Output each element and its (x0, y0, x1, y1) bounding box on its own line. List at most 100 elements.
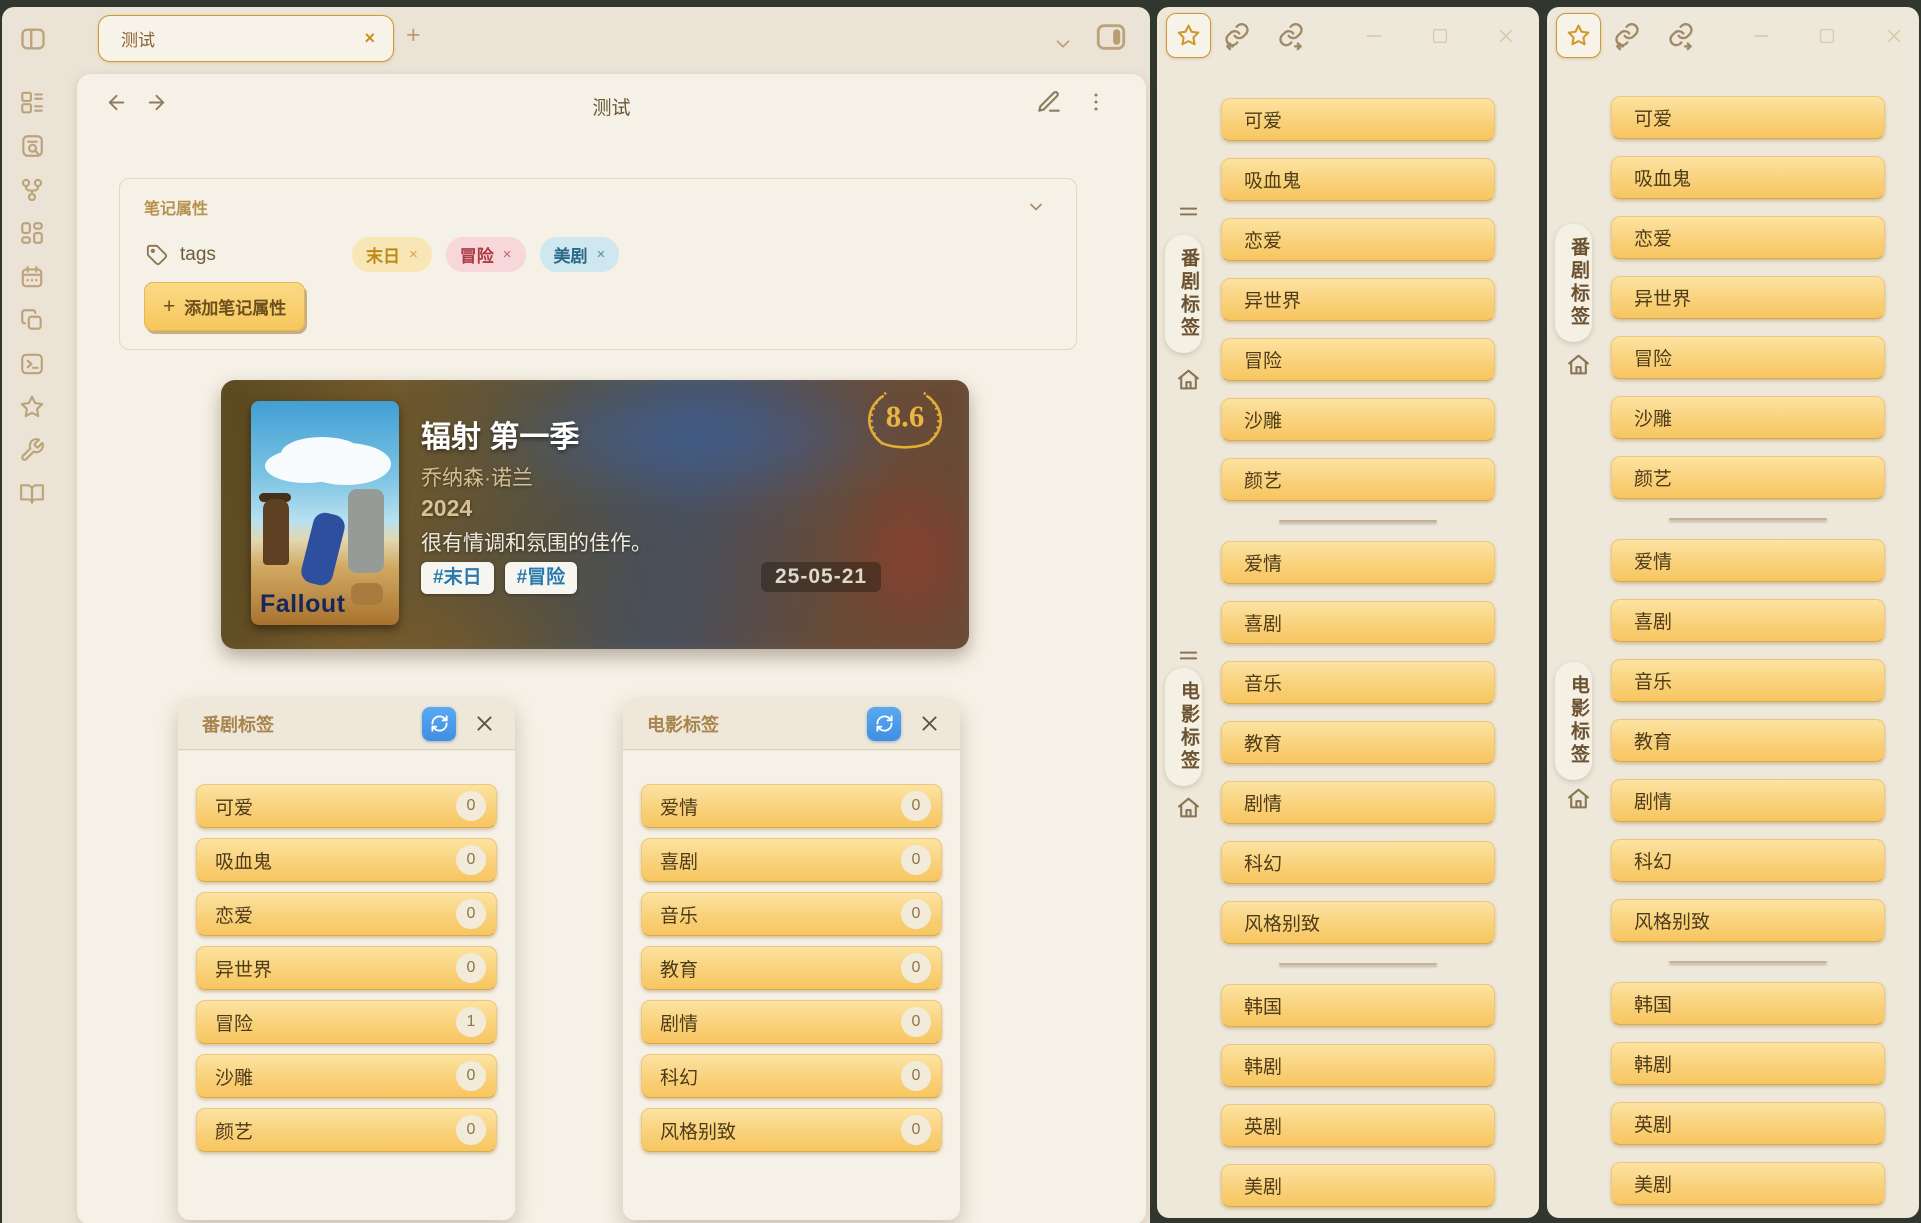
tag-count-row[interactable]: 吸血鬼 0 (196, 838, 497, 882)
tag-count-row[interactable]: 剧情 0 (641, 1000, 942, 1044)
add-property-button[interactable]: + 添加笔记属性 (144, 282, 305, 331)
panel-right-toggle-icon[interactable] (1094, 20, 1128, 54)
tag-count-row[interactable]: 可爱 0 (196, 784, 497, 828)
tag-count-row[interactable]: 异世界 0 (196, 946, 497, 990)
vertical-tab-anime[interactable]: 番剧标签 (1165, 235, 1202, 353)
vertical-tab-movie[interactable]: 电影标签 (1555, 662, 1592, 780)
tag-pill[interactable]: 末日× (352, 237, 432, 272)
refresh-button[interactable] (867, 707, 901, 741)
tag-button[interactable]: 教育 (1221, 721, 1495, 764)
tag-count-row[interactable]: 颜艺 0 (196, 1108, 497, 1152)
tab-close-button[interactable]: × (364, 28, 375, 49)
vertical-tab-movie[interactable]: 电影标签 (1165, 668, 1202, 786)
tag-count-row[interactable]: 爱情 0 (641, 784, 942, 828)
tag-button[interactable]: 美剧 (1611, 1162, 1885, 1205)
link-outgoing-icon[interactable] (1667, 23, 1695, 51)
book-open-icon[interactable] (19, 481, 45, 507)
movie-tag[interactable]: #末日 (421, 562, 494, 594)
tag-button[interactable]: 韩剧 (1221, 1044, 1495, 1087)
tag-button[interactable]: 风格别致 (1611, 899, 1885, 942)
tag-count-row[interactable]: 风格别致 0 (641, 1108, 942, 1152)
layout-dashboard-icon[interactable] (19, 220, 45, 246)
chevron-down-icon[interactable] (1052, 33, 1074, 55)
close-window-icon[interactable] (1495, 25, 1517, 47)
tag-button[interactable]: 教育 (1611, 719, 1885, 762)
tag-button[interactable]: 科幻 (1611, 839, 1885, 882)
home-icon[interactable] (1566, 352, 1591, 377)
movie-card[interactable]: Fallout 辐射 第一季 乔纳森·诺兰 2024 很有情调和氛围的佳作。 #… (221, 380, 969, 649)
tag-button[interactable]: 韩国 (1221, 984, 1495, 1027)
tag-button[interactable]: 吸血鬼 (1221, 158, 1495, 201)
tag-button[interactable]: 风格别致 (1221, 901, 1495, 944)
pin-star-button[interactable] (1556, 13, 1601, 58)
tag-count-row[interactable]: 喜剧 0 (641, 838, 942, 882)
link-incoming-icon[interactable] (1613, 23, 1641, 51)
tag-button[interactable]: 可爱 (1611, 96, 1885, 139)
refresh-button[interactable] (422, 707, 456, 741)
tag-button[interactable]: 科幻 (1221, 841, 1495, 884)
tag-button[interactable]: 英剧 (1221, 1104, 1495, 1147)
tag-button[interactable]: 喜剧 (1611, 599, 1885, 642)
tag-button[interactable]: 韩剧 (1611, 1042, 1885, 1085)
remove-tag-icon[interactable]: × (409, 246, 418, 263)
collapse-chevron-icon[interactable] (1026, 197, 1046, 217)
sidebar-toggle-icon[interactable] (19, 25, 47, 53)
tag-button[interactable]: 音乐 (1221, 661, 1495, 704)
tag-button[interactable]: 音乐 (1611, 659, 1885, 702)
tag-button[interactable]: 冒险 (1221, 338, 1495, 381)
pin-star-button[interactable] (1166, 13, 1211, 58)
tag-button[interactable]: 剧情 (1611, 779, 1885, 822)
tag-count-row[interactable]: 冒险 1 (196, 1000, 497, 1044)
tag-button[interactable]: 韩国 (1611, 982, 1885, 1025)
new-tab-button[interactable]: + (406, 21, 421, 50)
tag-button[interactable]: 爱情 (1221, 541, 1495, 584)
tag-button[interactable]: 英剧 (1611, 1102, 1885, 1145)
tag-count-row[interactable]: 恋爱 0 (196, 892, 497, 936)
tag-count-row[interactable]: 教育 0 (641, 946, 942, 990)
file-search-icon[interactable] (19, 133, 45, 159)
close-panel-button[interactable] (919, 713, 940, 734)
wrench-icon[interactable] (19, 437, 45, 463)
layout-list-icon[interactable] (19, 89, 45, 115)
star-icon[interactable] (19, 394, 45, 420)
drag-handle-icon[interactable] (1177, 200, 1200, 223)
copy-icon[interactable] (19, 307, 45, 333)
tag-button[interactable]: 恋爱 (1611, 216, 1885, 259)
tag-button[interactable]: 异世界 (1221, 278, 1495, 321)
tag-pill[interactable]: 冒险× (446, 237, 526, 272)
home-icon[interactable] (1176, 367, 1201, 392)
terminal-icon[interactable] (19, 351, 45, 377)
link-outgoing-icon[interactable] (1277, 23, 1305, 51)
tag-pill[interactable]: 美剧× (540, 237, 620, 272)
vertical-tab-anime[interactable]: 番剧标签 (1555, 224, 1592, 342)
maximize-icon[interactable] (1429, 25, 1451, 47)
tag-button[interactable]: 恋爱 (1221, 218, 1495, 261)
drag-handle-icon[interactable] (1177, 644, 1200, 667)
tag-button[interactable]: 颜艺 (1611, 456, 1885, 499)
tag-button[interactable]: 可爱 (1221, 98, 1495, 141)
tag-button[interactable]: 沙雕 (1611, 396, 1885, 439)
minimize-icon[interactable] (1750, 25, 1772, 47)
pencil-icon[interactable] (1036, 89, 1062, 115)
tag-count-row[interactable]: 沙雕 0 (196, 1054, 497, 1098)
remove-tag-icon[interactable]: × (503, 246, 512, 263)
maximize-icon[interactable] (1816, 25, 1838, 47)
tag-button[interactable]: 颜艺 (1221, 458, 1495, 501)
tag-button[interactable]: 异世界 (1611, 276, 1885, 319)
close-panel-button[interactable] (474, 713, 495, 734)
tag-button[interactable]: 吸血鬼 (1611, 156, 1885, 199)
minimize-icon[interactable] (1363, 25, 1385, 47)
tag-button[interactable]: 喜剧 (1221, 601, 1495, 644)
home-icon[interactable] (1566, 786, 1591, 811)
tab-note[interactable]: 测试 × (98, 15, 394, 62)
tag-button[interactable]: 爱情 (1611, 539, 1885, 582)
home-icon[interactable] (1176, 795, 1201, 820)
git-fork-icon[interactable] (19, 177, 45, 203)
tag-button[interactable]: 剧情 (1221, 781, 1495, 824)
tag-count-row[interactable]: 科幻 0 (641, 1054, 942, 1098)
remove-tag-icon[interactable]: × (597, 246, 606, 263)
more-vertical-icon[interactable] (1084, 90, 1108, 114)
tag-button[interactable]: 沙雕 (1221, 398, 1495, 441)
tag-button[interactable]: 美剧 (1221, 1164, 1495, 1207)
tag-button[interactable]: 冒险 (1611, 336, 1885, 379)
